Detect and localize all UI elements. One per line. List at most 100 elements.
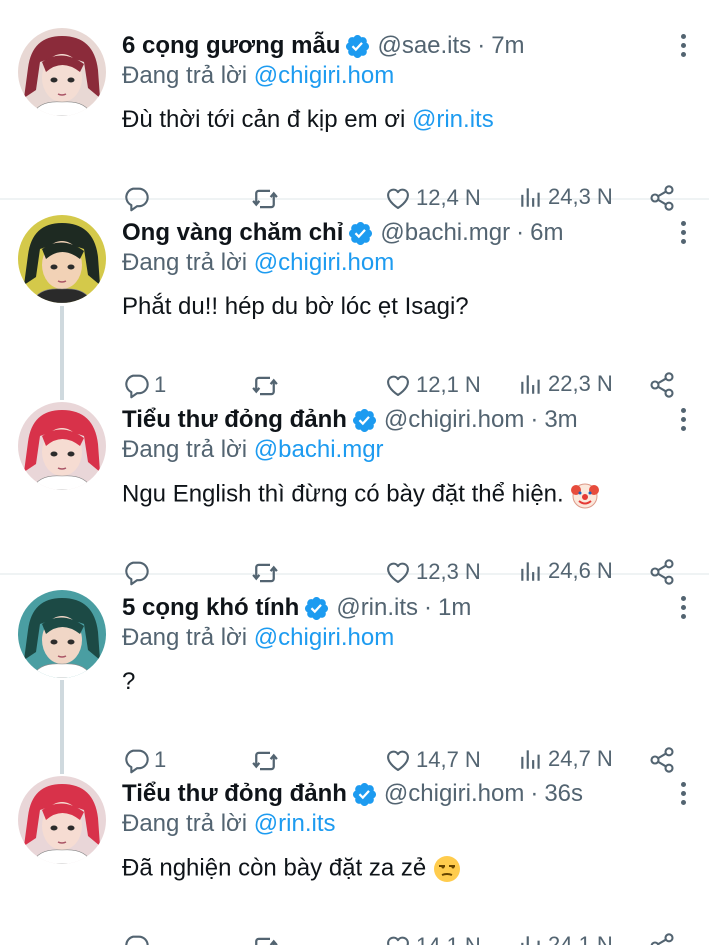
views-button[interactable]: 24,7 N — [518, 746, 613, 772]
more-icon[interactable] — [679, 782, 687, 808]
reply-count: 1 — [154, 747, 167, 772]
share-button[interactable] — [648, 371, 676, 399]
views-button[interactable]: 22,3 N — [518, 371, 613, 397]
avatar[interactable] — [18, 28, 106, 116]
views-count: 24,1 N — [548, 932, 613, 945]
reply-icon — [122, 746, 150, 774]
separator-dot: · — [424, 594, 433, 621]
retweet-button[interactable] — [250, 371, 280, 401]
tweet-text-content: ? — [122, 668, 136, 695]
like-icon — [384, 932, 412, 945]
like-button[interactable]: 14,7 N — [384, 746, 481, 774]
like-icon — [384, 746, 412, 774]
separator-dot: · — [516, 219, 525, 246]
timestamp[interactable]: 36s — [544, 780, 583, 808]
action-bar: 12,4 N 24,3 N — [122, 184, 682, 214]
like-button[interactable]: 12,4 N — [384, 184, 481, 212]
share-icon — [648, 932, 676, 945]
retweet-icon — [250, 558, 280, 588]
retweet-button[interactable] — [250, 746, 280, 776]
tweet-text: Đã nghiện còn bày đặt za zẻ — [122, 854, 462, 884]
retweet-button[interactable] — [250, 558, 280, 588]
reply-button[interactable]: 1 — [122, 746, 166, 774]
retweet-icon — [250, 932, 280, 945]
tweet-text: ? — [122, 668, 135, 696]
tweet-text-content: Đù thời tới cản đ kịp em ơi — [122, 106, 412, 133]
action-bar: 1 12,1 N 22,3 N — [122, 371, 682, 401]
reply-button[interactable] — [122, 558, 154, 586]
tweet-header: 5 cọng khó tính @rin.its · 1m — [122, 590, 471, 626]
timestamp[interactable]: 1m — [438, 594, 471, 622]
text-mention[interactable]: @rin.its — [412, 106, 494, 133]
clown-face-emoji — [570, 483, 599, 509]
tweet[interactable]: 6 cọng gương mẫu @sae.its · 7m Đang trả … — [0, 28, 709, 214]
verified-badge-icon — [303, 595, 330, 622]
reply-to-mention[interactable]: @rin.its — [254, 810, 336, 837]
like-button[interactable]: 14,1 N — [384, 932, 481, 945]
views-button[interactable]: 24,1 N — [518, 932, 613, 945]
more-icon[interactable] — [679, 34, 687, 60]
tweet[interactable]: Ong vàng chăm chỉ @bachi.mgr · 6m Đang t… — [0, 215, 709, 401]
like-button[interactable]: 12,1 N — [384, 371, 481, 399]
display-name[interactable]: 6 cọng gương mẫu — [122, 32, 340, 60]
more-icon[interactable] — [679, 408, 687, 434]
share-icon — [648, 184, 676, 212]
share-button[interactable] — [648, 184, 676, 212]
like-button[interactable]: 12,3 N — [384, 558, 481, 586]
tweet[interactable]: Tiểu thư đỏng đảnh @chigiri.hom · 36s Đa… — [0, 776, 709, 945]
tweet[interactable]: Tiểu thư đỏng đảnh @chigiri.hom · 3m Đan… — [0, 402, 709, 588]
like-count: 14,7 N — [416, 747, 481, 772]
reply-to-mention[interactable]: @chigiri.hom — [254, 624, 394, 651]
avatar[interactable] — [18, 590, 106, 678]
user-handle[interactable]: @chigiri.hom — [384, 406, 524, 434]
more-icon[interactable] — [679, 221, 687, 247]
verified-badge-icon — [347, 220, 374, 247]
reply-button[interactable]: 1 — [122, 371, 166, 399]
reply-icon — [122, 184, 150, 212]
more-icon[interactable] — [679, 596, 687, 622]
display-name[interactable]: Ong vàng chăm chỉ — [122, 219, 343, 247]
display-name[interactable]: Tiểu thư đỏng đảnh — [122, 780, 347, 808]
share-icon — [648, 746, 676, 774]
action-bar: 12,3 N 24,6 N — [122, 558, 682, 588]
tweet-header: 6 cọng gương mẫu @sae.its · 7m — [122, 28, 525, 64]
share-icon — [648, 371, 676, 399]
user-handle[interactable]: @chigiri.hom — [384, 780, 524, 808]
retweet-button[interactable] — [250, 184, 280, 214]
user-handle[interactable]: @rin.its — [336, 594, 418, 622]
like-count: 12,1 N — [416, 372, 481, 397]
like-icon — [384, 371, 412, 399]
timestamp[interactable]: 7m — [491, 32, 524, 60]
views-icon — [518, 746, 544, 772]
tweet[interactable]: 5 cọng khó tính @rin.its · 1m Đang trả l… — [0, 590, 709, 776]
views-icon — [518, 558, 544, 584]
reply-to-mention[interactable]: @bachi.mgr — [254, 436, 384, 463]
views-button[interactable]: 24,3 N — [518, 184, 613, 210]
tweet-text: Đù thời tới cản đ kịp em ơi @rin.its — [122, 106, 494, 134]
reply-icon — [122, 371, 150, 399]
avatar[interactable] — [18, 402, 106, 490]
share-button[interactable] — [648, 558, 676, 586]
user-handle[interactable]: @sae.its — [377, 32, 471, 60]
views-icon — [518, 932, 544, 945]
like-count: 12,4 N — [416, 185, 481, 210]
reply-button[interactable] — [122, 184, 154, 212]
tweet-header: Ong vàng chăm chỉ @bachi.mgr · 6m — [122, 215, 563, 251]
share-button[interactable] — [648, 746, 676, 774]
user-handle[interactable]: @bachi.mgr — [380, 219, 510, 247]
reply-to-mention[interactable]: @chigiri.hom — [254, 62, 394, 89]
timestamp[interactable]: 6m — [530, 219, 563, 247]
display-name[interactable]: Tiểu thư đỏng đảnh — [122, 406, 347, 434]
retweet-button[interactable] — [250, 932, 280, 945]
views-icon — [518, 184, 544, 210]
share-icon — [648, 558, 676, 586]
reply-to-mention[interactable]: @chigiri.hom — [254, 249, 394, 276]
display-name[interactable]: 5 cọng khó tính — [122, 594, 299, 622]
views-button[interactable]: 24,6 N — [518, 558, 613, 584]
avatar[interactable] — [18, 215, 106, 303]
avatar[interactable] — [18, 776, 106, 864]
timestamp[interactable]: 3m — [544, 406, 577, 434]
reply-button[interactable] — [122, 932, 154, 945]
like-count: 12,3 N — [416, 559, 481, 584]
share-button[interactable] — [648, 932, 676, 945]
